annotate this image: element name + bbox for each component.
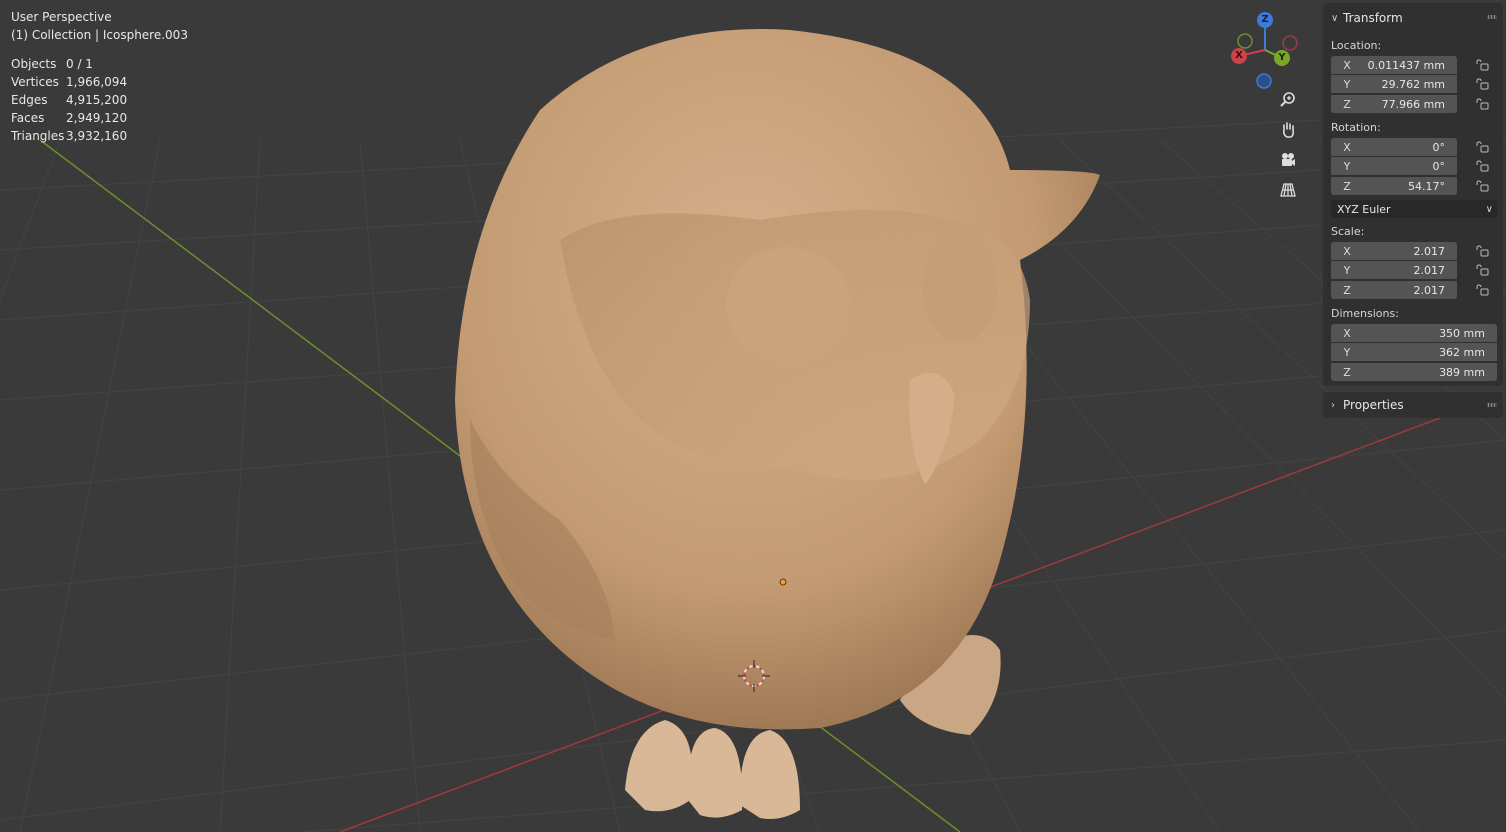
zoom-button[interactable] (1279, 91, 1305, 117)
lock-scale-z-icon[interactable] (1475, 284, 1489, 296)
3d-viewport[interactable]: Z Y X User Perspective (1) Collection | … (0, 0, 1506, 832)
scale-x-field[interactable]: X 2.017 (1331, 242, 1457, 260)
stat-row-vertices: Vertices 1,966,094 (11, 75, 128, 89)
x-axis-gizmo-button[interactable]: X (1231, 48, 1247, 64)
lock-location-y-icon[interactable] (1475, 78, 1489, 90)
neg-z-axis-icon[interactable] (1256, 73, 1272, 89)
location-x-field[interactable]: X 0.011437 mm (1331, 56, 1457, 74)
stat-row-edges: Edges 4,915,200 (11, 93, 128, 107)
drag-grip-icon[interactable] (1487, 403, 1497, 407)
lock-location-z-icon[interactable] (1475, 98, 1489, 110)
stat-row-objects: Objects 0 / 1 (11, 57, 93, 71)
stat-row-triangles: Triangles 3,932,160 (11, 129, 128, 143)
view-name: User Perspective (11, 10, 112, 24)
pan-hand-icon (1283, 122, 1295, 138)
collection-info: (1) Collection | Icosphere.003 (11, 28, 188, 42)
lock-scale-x-icon[interactable] (1475, 245, 1489, 257)
x-axis-label: X (1235, 50, 1243, 61)
perspective-toggle-button[interactable] (1279, 181, 1305, 207)
lock-rotation-x-icon[interactable] (1475, 141, 1489, 153)
location-label: Location: (1331, 39, 1382, 52)
camera-view-button[interactable] (1279, 151, 1305, 177)
dimensions-label: Dimensions: (1331, 307, 1399, 320)
lock-rotation-z-icon[interactable] (1475, 180, 1489, 192)
rotation-mode-select[interactable]: XYZ Euler ∨ (1331, 200, 1497, 218)
dimensions-y-field[interactable]: Y 362 mm (1331, 343, 1497, 361)
transform-panel: ∨ Transform Location: X 0.011437 mm Y 29.7… (1323, 3, 1503, 386)
properties-title: Properties (1343, 398, 1404, 412)
viewport-info-overlay: User Perspective (1) Collection | Icosph… (11, 8, 188, 145)
stat-row-faces: Faces 2,949,120 (11, 111, 128, 125)
scale-y-field[interactable]: Y 2.017 (1331, 261, 1457, 279)
perspective-grid-icon (1280, 183, 1296, 197)
lock-scale-y-icon[interactable] (1475, 264, 1489, 276)
properties-panel-header[interactable]: › Properties (1331, 398, 1404, 412)
location-y-field[interactable]: Y 29.762 mm (1331, 75, 1457, 93)
z-axis-label: Z (1261, 14, 1269, 25)
pan-button[interactable] (1279, 121, 1305, 147)
rotation-z-field[interactable]: Z 54.17° (1331, 177, 1457, 195)
transform-panel-header[interactable]: ∨ Transform (1331, 11, 1403, 25)
rotation-x-field[interactable]: X 0° (1331, 138, 1457, 156)
y-axis-label: Y (1278, 52, 1286, 63)
rotation-mode-value: XYZ Euler (1337, 202, 1391, 216)
transform-title: Transform (1343, 11, 1403, 25)
rotation-y-field[interactable]: Y 0° (1331, 157, 1457, 175)
y-axis-gizmo-button[interactable]: Y (1274, 50, 1290, 66)
scale-label: Scale: (1331, 225, 1365, 238)
chevron-down-icon: ∨ (1485, 203, 1493, 215)
chevron-right-icon: › (1331, 399, 1335, 411)
camera-icon (1282, 153, 1295, 166)
neg-y-axis-icon[interactable] (1237, 33, 1253, 49)
z-axis-gizmo-button[interactable]: Z (1257, 12, 1273, 28)
properties-panel: › Properties (1323, 392, 1503, 418)
scale-z-field[interactable]: Z 2.017 (1331, 281, 1457, 299)
dimensions-x-field[interactable]: X 350 mm (1331, 324, 1497, 342)
rotation-label: Rotation: (1331, 121, 1381, 134)
dimensions-z-field[interactable]: Z 389 mm (1331, 363, 1497, 381)
lock-location-x-icon[interactable] (1475, 59, 1489, 71)
zoom-icon (1280, 92, 1295, 107)
chevron-down-icon: ∨ (1331, 12, 1339, 24)
owl-model[interactable] (455, 29, 1100, 819)
scene-statistics: Objects 0 / 1 Vertices 1,966,094 Edges 4,91… (11, 55, 188, 145)
drag-grip-icon[interactable] (1487, 15, 1497, 19)
sidebar-panel: ∨ Transform Location: X 0.011437 mm Y 29.7… (1323, 0, 1506, 832)
neg-x-axis-icon[interactable] (1282, 35, 1298, 51)
lock-rotation-y-icon[interactable] (1475, 160, 1489, 172)
location-z-field[interactable]: Z 77.966 mm (1331, 95, 1457, 113)
